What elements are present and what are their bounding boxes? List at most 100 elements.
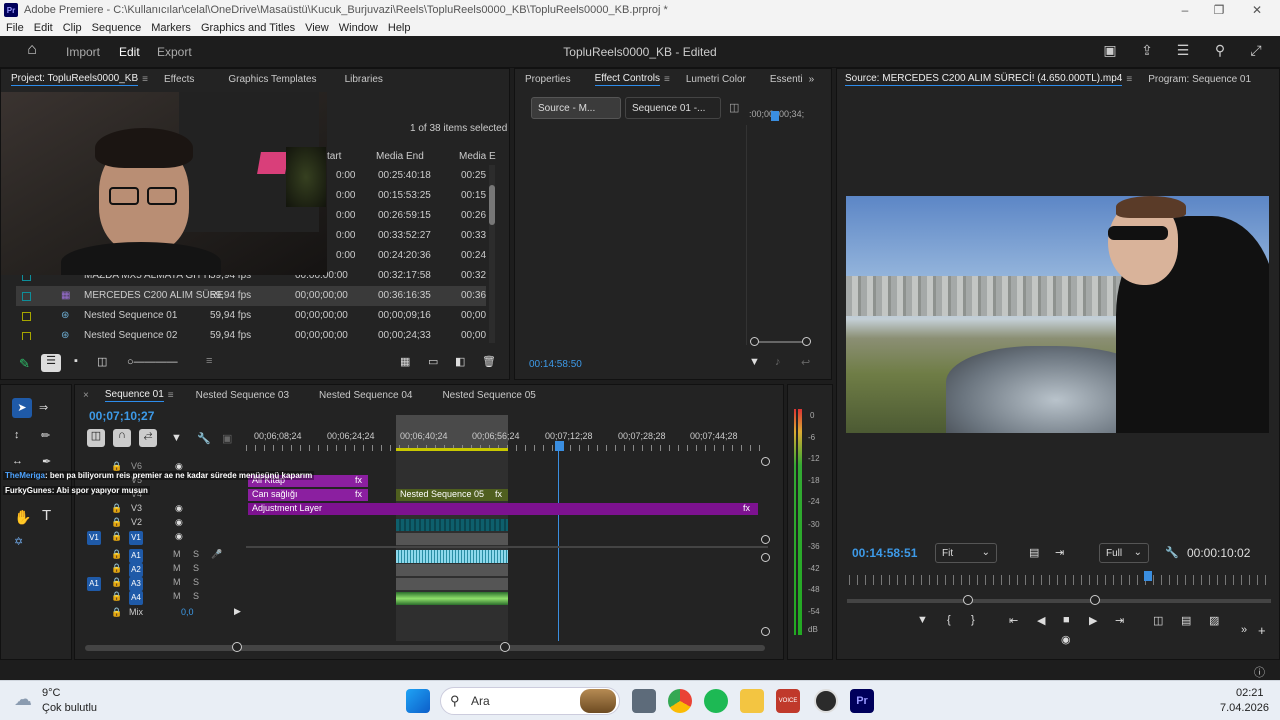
go-to-in-icon[interactable]: ⇤ [1009,614,1018,627]
menu-markers[interactable]: Markers [151,22,191,34]
track-label-a1[interactable]: A1 [129,549,143,563]
mark-out-icon[interactable]: } [971,614,975,626]
captions-icon[interactable]: ▣ [222,432,232,445]
clip-nested-05[interactable]: Nested Sequence 05 fx [396,489,508,501]
pen-icon[interactable]: ✒ [42,455,51,468]
lock-icon[interactable]: 🔒 [111,607,122,618]
source-v1[interactable]: V1 [87,531,101,545]
fullscreen-icon[interactable]: ⤢ [1246,42,1266,62]
track-label-a3[interactable]: A3 [129,577,143,591]
lock-icon[interactable]: 🔒 [111,577,122,588]
workspace-icon[interactable]: ▣ [1100,42,1120,62]
automate-icon[interactable]: ▦ [400,355,410,368]
clip-v2-video[interactable] [396,519,508,531]
lock-icon[interactable]: 🔒 [111,517,122,528]
table-row[interactable]: ⊛ Nested Sequence 01 59,94 fps 00;00;00;00… [16,306,486,326]
voicemeeter-icon[interactable]: VOICE [776,689,800,713]
project-scrollbar[interactable] [489,165,495,343]
ec-timecode[interactable]: 00:14:58:50 [529,359,582,370]
track-label-v1[interactable]: V1 [129,531,143,545]
wrench-icon[interactable]: 🔧 [197,432,211,445]
clip-adjustment-layer[interactable]: Adjustment Layer fx [248,503,758,515]
close-tab-icon[interactable]: × [83,390,89,401]
more-tabs-icon[interactable]: » [809,74,815,85]
add-button-icon[interactable]: + [1258,623,1266,638]
lock-icon[interactable]: 🔒 [111,531,122,542]
v-scroll-top[interactable] [761,457,770,466]
col-start[interactable]: tart [327,151,341,162]
weather-temp[interactable]: 9°C [42,687,60,699]
camera-icon[interactable]: ◉ [1061,633,1071,646]
lock-icon[interactable]: 🔒 [111,549,122,560]
quality-dropdown[interactable]: Full ⌄ [1099,543,1149,563]
linked-selection-icon[interactable]: ⥄ [139,429,157,447]
panel-menu-icon[interactable]: ≡ [142,74,148,85]
premiere-taskbar-icon[interactable]: Pr [850,689,874,713]
panel-menu-icon[interactable]: ≡ [168,390,174,401]
ripple-edit-icon[interactable]: ↕ [14,429,20,441]
col-media-e[interactable]: Media E [459,151,496,162]
menu-help[interactable]: Help [388,22,411,34]
lock-icon[interactable]: 🔒 [111,591,122,602]
menu-edit[interactable]: Edit [34,22,53,34]
clip-a1-audio[interactable] [396,550,508,563]
mute-button[interactable]: M [173,563,181,573]
solo-button[interactable]: S [193,591,199,601]
insert-clip-icon[interactable]: ◫ [1153,614,1163,627]
icon-view-icon[interactable]: ▪ [74,355,78,367]
audio-icon[interactable]: ♪ [775,356,781,368]
zoom-slider[interactable]: ○———— [127,356,178,368]
insert-icon[interactable]: ⇥ [1055,546,1064,559]
mute-button[interactable]: M [173,591,181,601]
menu-clip[interactable]: Clip [63,22,82,34]
clip-a3-audio[interactable] [396,578,508,590]
selection-tool-icon[interactable]: ➤ [12,398,32,418]
mute-button[interactable]: M [173,577,181,587]
overwrite-icon[interactable]: ▤ [1181,614,1191,627]
slip-icon[interactable]: ↔ [12,455,23,467]
razor-icon[interactable]: ✏ [41,429,50,442]
export-frame-icon[interactable]: ▨ [1209,614,1219,627]
weather-desc[interactable]: Çok bulutlu [42,702,97,714]
solo-button[interactable]: S [193,563,199,573]
wrench-icon[interactable]: 🔧 [1165,546,1179,559]
tab-sequence-01[interactable]: Sequence 01 [104,389,164,402]
table-row[interactable]: ▦ MERCEDES C200 ALIM SÜRE 59,94 fps 00;00;… [16,286,486,306]
trash-icon[interactable]: 🗑 [482,355,496,368]
menu-graphics[interactable]: Graphics and Titles [201,22,295,34]
tab-project[interactable]: Project: TopluReels0000_KB [11,73,139,86]
lock-icon[interactable]: 🔒 [111,503,122,514]
time-ruler[interactable]: 00;06;08;24 00;06;24;24 00;06;40;24 00;0… [246,415,768,451]
sort-icon[interactable]: ≡ [206,355,212,367]
mark-in-icon[interactable]: { [947,614,951,626]
sequence-dropdown[interactable]: Sequence 01 -... [625,97,721,119]
clip-v1-video[interactable] [396,533,508,545]
clock-date[interactable]: 7.04.2026 [1220,702,1269,714]
chrome-icon[interactable] [668,689,692,713]
mix-value[interactable]: 0,0 [181,607,194,617]
mute-button[interactable]: M [173,549,181,559]
menu-window[interactable]: Window [339,22,378,34]
tab-nested-03[interactable]: Nested Sequence 03 [196,390,289,401]
track-select-icon[interactable]: ⇒ [39,401,48,414]
col-media-end[interactable]: Media End [376,151,424,162]
tab-source[interactable]: Source: MERCEDES C200 ALIM SÜRECİ! (4.65… [845,73,1123,86]
panel-menu-icon[interactable]: ≡ [664,74,670,85]
info-icon[interactable]: ⓘ [1254,664,1265,680]
hand-icon[interactable]: ✋ [14,509,31,526]
mic-icon[interactable]: 🎤 [211,549,222,560]
eye-icon[interactable]: ◉ [175,531,183,542]
eye-icon[interactable]: ◉ [175,503,183,514]
add-marker-icon[interactable]: ▼ [917,614,928,626]
restore-icon[interactable]: ❐ [1200,0,1238,20]
fit-dropdown[interactable]: Fit ⌄ [935,543,997,563]
timeline-timecode[interactable]: 00;07;10;27 [89,409,154,423]
export-icon[interactable]: ↩ [801,356,810,369]
source-a1[interactable]: A1 [87,577,101,591]
source-timecode[interactable]: 00:14:58:51 [852,546,917,560]
freeform-view-icon[interactable]: ◫ [97,355,107,368]
auto-reframe-icon[interactable]: ✡ [14,535,23,548]
spotify-icon[interactable] [704,689,728,713]
source-zoom-bar[interactable] [847,595,1271,605]
go-to-out-icon[interactable]: ⇥ [1115,614,1124,627]
